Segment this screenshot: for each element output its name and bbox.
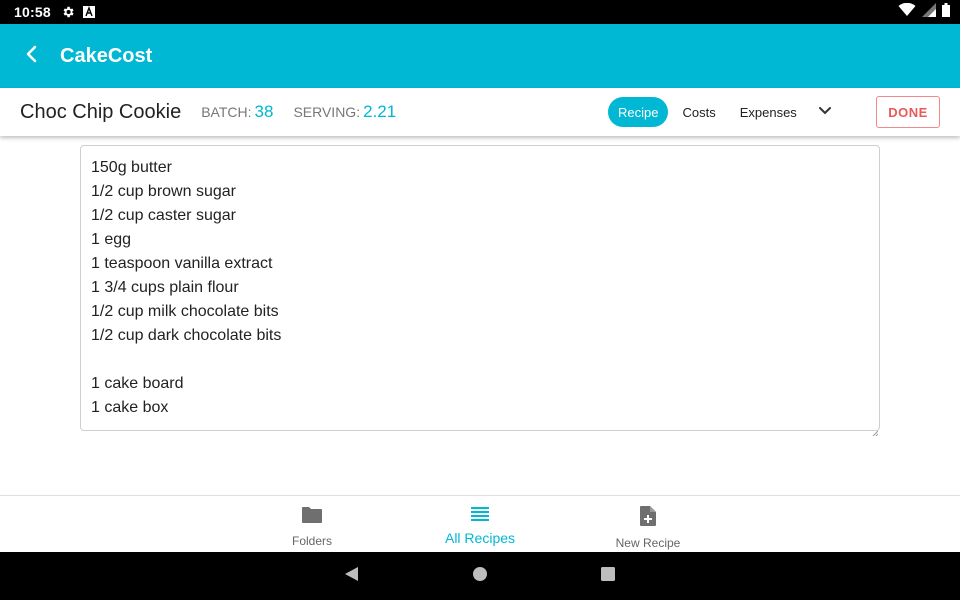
- status-right-icons: [898, 2, 950, 22]
- system-nav-bar: [0, 552, 960, 600]
- serving-value[interactable]: 2.21: [363, 102, 396, 122]
- nav-new-recipe[interactable]: New Recipe: [588, 506, 708, 550]
- recipe-name: Choc Chip Cookie: [20, 100, 182, 123]
- serving-label: SERVING:: [293, 104, 361, 120]
- recipe-line: 1/2 cup milk chocolate bits: [91, 303, 279, 320]
- recipe-line: 1 teaspoon vanilla extract: [91, 255, 273, 272]
- recipe-line: 1/2 cup brown sugar: [91, 183, 236, 200]
- home-circle-icon: [472, 566, 488, 587]
- chevron-down-icon: [818, 103, 832, 121]
- recipe-line: 1/2 cup dark chocolate bits: [91, 327, 282, 344]
- recipe-line: 1 egg: [91, 231, 132, 248]
- arrow-back-icon: [23, 45, 41, 68]
- done-button[interactable]: DONE: [876, 96, 940, 128]
- back-button[interactable]: [12, 36, 52, 76]
- app-bar: CakeCost: [0, 24, 960, 88]
- recipe-line: 1 3/4 cups plain flour: [91, 279, 239, 296]
- app-screen: 10:58 CakeCost Choc Chip Cookie BATCH: 3…: [0, 0, 960, 600]
- folder-icon: [301, 506, 323, 529]
- add-document-icon: [639, 506, 657, 531]
- signal-icon: [922, 2, 936, 22]
- font-a-icon: [82, 6, 95, 18]
- system-back-button[interactable]: [341, 566, 361, 586]
- nav-all-recipes[interactable]: All Recipes: [420, 506, 540, 546]
- nav-new-recipe-label: New Recipe: [615, 536, 681, 550]
- resize-grip-icon[interactable]: [872, 423, 879, 437]
- wifi-icon: [898, 2, 916, 22]
- app-title: CakeCost: [60, 44, 153, 67]
- recipe-text-area[interactable]: 150g butter 1/2 cup brown sugar 1/2 cup …: [80, 145, 880, 437]
- list-icon: [470, 506, 490, 527]
- recipe-line: 1 cake box: [91, 399, 169, 416]
- recipe-line: 1 cake board: [91, 375, 184, 392]
- batch-label: BATCH:: [201, 104, 252, 120]
- status-time: 10:58: [14, 4, 51, 20]
- more-tabs-button[interactable]: [813, 100, 837, 124]
- back-triangle-icon: [343, 566, 359, 587]
- tab-recipe[interactable]: Recipe: [608, 97, 669, 127]
- nav-all-recipes-label: All Recipes: [444, 530, 516, 546]
- recents-square-icon: [600, 566, 616, 587]
- status-bar: 10:58: [0, 0, 960, 24]
- system-recents-button[interactable]: [598, 566, 618, 586]
- recipe-line: 1/2 cup caster sugar: [91, 207, 236, 224]
- recipe-tabs: Recipe Costs Expenses: [608, 96, 837, 128]
- bottom-navigation: Folders All Recipes New Recipe: [0, 495, 960, 552]
- nav-folders[interactable]: Folders: [252, 506, 372, 548]
- gear-icon: [61, 5, 75, 19]
- recipe-line: 150g butter: [91, 159, 172, 176]
- batch-value[interactable]: 38: [255, 102, 274, 122]
- system-home-button[interactable]: [470, 566, 490, 586]
- battery-icon: [942, 2, 950, 22]
- nav-folders-label: Folders: [291, 534, 332, 548]
- recipe-header: Choc Chip Cookie BATCH: 38 SERVING: 2.21…: [0, 88, 960, 136]
- tab-costs[interactable]: Costs: [672, 97, 725, 127]
- tab-expenses[interactable]: Expenses: [730, 97, 807, 127]
- recipe-line: [91, 348, 869, 372]
